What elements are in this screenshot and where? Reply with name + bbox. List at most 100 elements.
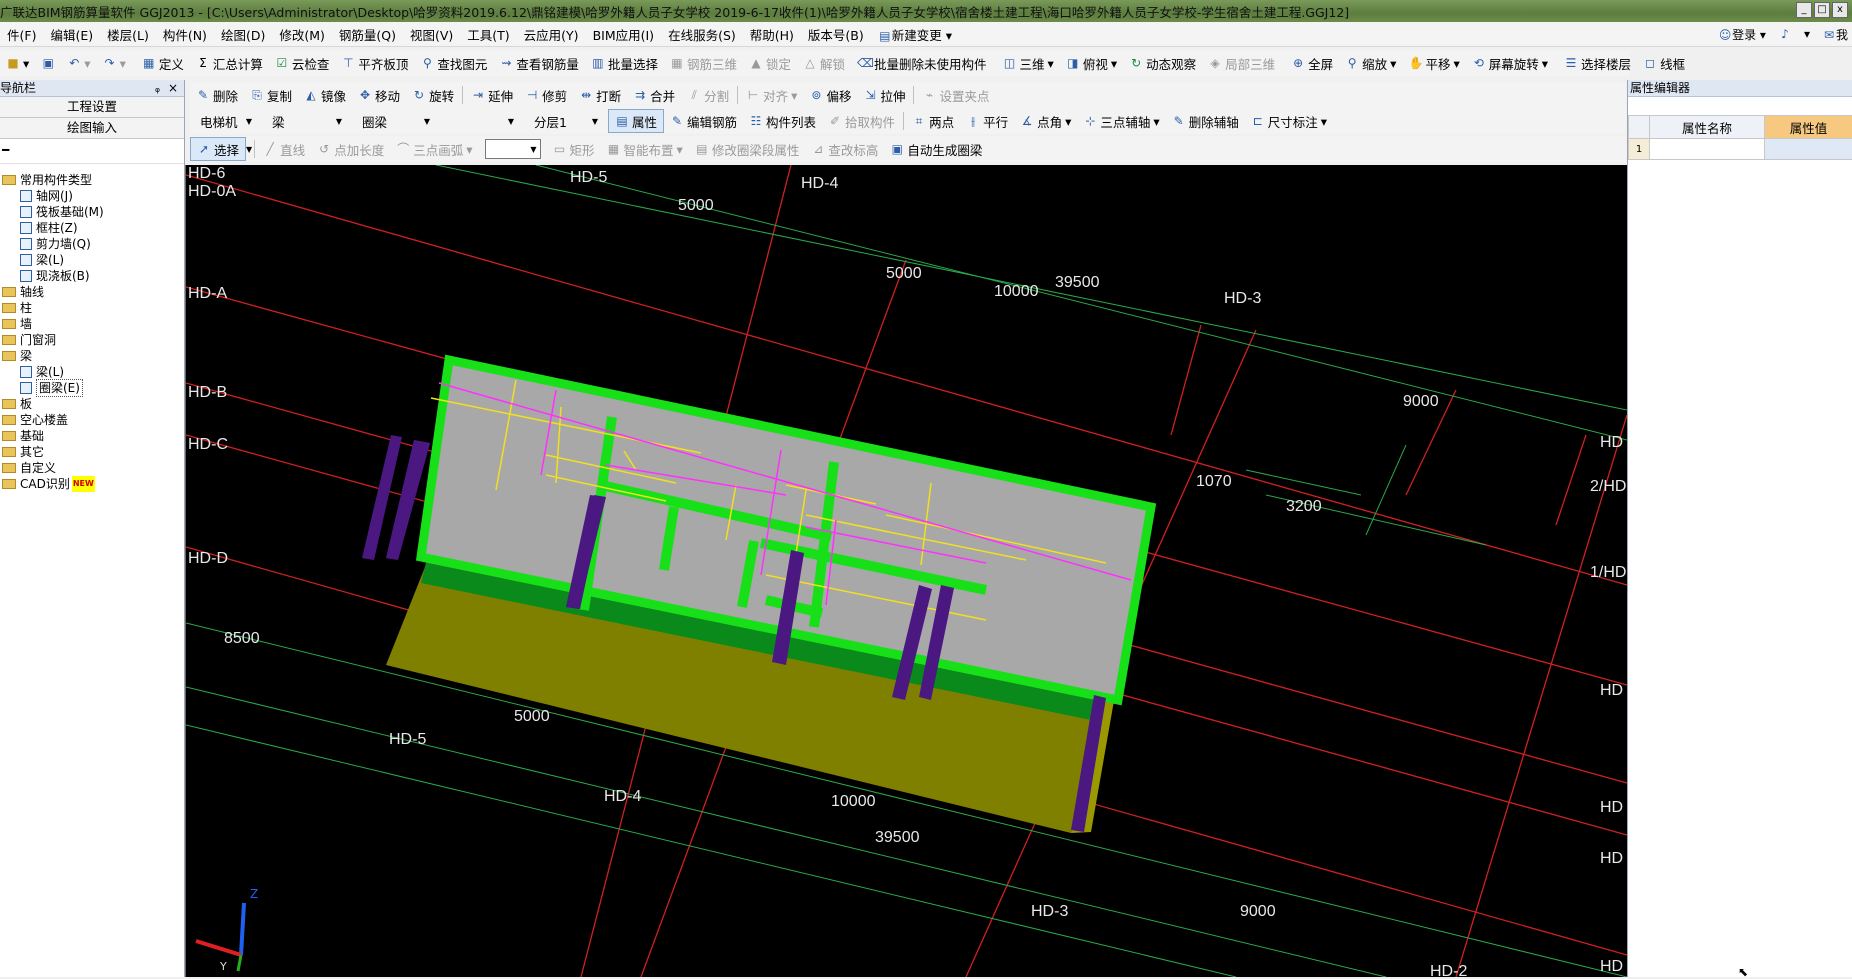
two-point-button[interactable]: ⌗两点 xyxy=(906,110,960,132)
tree-item[interactable]: 门窗洞 xyxy=(0,332,184,348)
trim-button[interactable]: ⊣修剪 xyxy=(519,84,573,106)
table-row[interactable]: 1 xyxy=(1629,139,1852,160)
menu-version[interactable]: 版本号(B) xyxy=(801,25,871,44)
rotate-button[interactable]: ↻旋转 xyxy=(406,84,460,106)
me-button[interactable]: ✉我 xyxy=(1822,26,1848,43)
top-view-button[interactable]: ◨俯视 ▾ xyxy=(1060,52,1123,74)
view-rebar-qty-button[interactable]: ⇝查看钢筋量 xyxy=(493,52,585,74)
layer-select[interactable]: 分层1▼ xyxy=(530,111,602,131)
login-button[interactable]: ☺登录 ▾ xyxy=(1718,26,1766,43)
delete-button[interactable]: ✎删除 xyxy=(190,84,244,106)
split-button[interactable]: ⫽分割 xyxy=(681,84,735,106)
pan-button[interactable]: ✋平移 ▾ xyxy=(1402,52,1465,74)
more-icon[interactable]: ▾ xyxy=(1804,27,1810,41)
pick-component-button[interactable]: ✐拾取构件 xyxy=(822,110,901,132)
merge-button[interactable]: ⇉合并 xyxy=(627,84,681,106)
define-button[interactable]: ▦定义 xyxy=(136,52,190,74)
three-point-axis-button[interactable]: ⊹三点辅轴 ▾ xyxy=(1077,110,1165,132)
dynamic-view-button[interactable]: ↻动态观察 xyxy=(1123,52,1202,74)
align-button[interactable]: ⊢对齐 ▾ xyxy=(740,84,803,106)
line-button[interactable]: ╱直线 xyxy=(257,138,311,160)
cloud-check-button[interactable]: ☑云检查 xyxy=(269,52,336,74)
tree-item[interactable]: 常用构件类型 xyxy=(0,172,184,188)
tree-item[interactable]: 墙 xyxy=(0,316,184,332)
menu-cloud[interactable]: 云应用(Y) xyxy=(517,25,586,44)
edit-rebar-button[interactable]: ✎编辑钢筋 xyxy=(664,110,743,132)
rebar-3d-button[interactable]: ▦钢筋三维 xyxy=(664,52,743,74)
tree-item[interactable]: 基础 xyxy=(0,428,184,444)
modify-ring-beam-button[interactable]: ▤修改圈梁段属性 xyxy=(689,138,806,160)
batch-delete-unused-button[interactable]: ⌫批量删除未使用构件 xyxy=(851,52,993,74)
property-name-cell[interactable] xyxy=(1650,139,1765,160)
check-elevation-button[interactable]: ⊿查改标高 xyxy=(805,138,884,160)
three-point-arc-button[interactable]: ⌒三点画弧 ▾ xyxy=(390,138,478,160)
tree-item[interactable]: 梁(L) xyxy=(0,364,184,380)
component-type-select[interactable]: 梁▼ xyxy=(268,111,346,131)
tree-item[interactable]: 现浇板(B) xyxy=(0,268,184,284)
property-value-cell[interactable] xyxy=(1765,139,1852,160)
menu-file[interactable]: 件(F) xyxy=(0,25,43,44)
batch-select-button[interactable]: ▥批量选择 xyxy=(585,52,664,74)
open-button[interactable]: ■▾ xyxy=(0,52,35,74)
menu-rebar[interactable]: 钢筋量(Q) xyxy=(332,25,403,44)
point-angle-button[interactable]: ∡点角 ▾ xyxy=(1014,110,1077,132)
tree-item[interactable]: 梁 xyxy=(0,348,184,364)
offset-button[interactable]: ⊚偏移 xyxy=(803,84,857,106)
drawing-input-button[interactable]: 绘图输入 xyxy=(0,118,184,139)
save-button[interactable]: ▣ xyxy=(35,52,61,74)
unlock-button[interactable]: △解锁 xyxy=(797,52,851,74)
pin-icon[interactable]: ᵩ xyxy=(155,80,160,96)
maximize-button[interactable]: □ xyxy=(1814,2,1830,18)
tree-item[interactable]: 其它 xyxy=(0,444,184,460)
drawing-canvas[interactable]: Z Y HD-6 HD-0A HD-A HD-B HD-C HD-D HD-5 … xyxy=(185,165,1627,977)
break-button[interactable]: ⇹打断 xyxy=(573,84,627,106)
auto-ring-beam-button[interactable]: ▣自动生成圈梁 xyxy=(884,138,988,160)
delete-aux-axis-button[interactable]: ✎删除辅轴 xyxy=(1166,110,1245,132)
minimize-button[interactable]: _ xyxy=(1796,2,1812,18)
tree-item[interactable]: 轴线 xyxy=(0,284,184,300)
menu-tools[interactable]: 工具(T) xyxy=(460,25,516,44)
mirror-button[interactable]: ◭镜像 xyxy=(298,84,352,106)
wireframe-button[interactable]: ◻线框 xyxy=(1637,52,1691,74)
summary-calc-button[interactable]: Σ汇总计算 xyxy=(190,52,269,74)
component-list-button[interactable]: ☷构件列表 xyxy=(743,110,822,132)
select-button[interactable]: ➚选择 xyxy=(190,137,246,161)
bell-icon[interactable]: ♪ xyxy=(1778,27,1792,41)
local-3d-button[interactable]: ◈局部三维 xyxy=(1202,52,1281,74)
stretch-button[interactable]: ⇲拉伸 xyxy=(857,84,911,106)
redo-button[interactable]: ↷▾ xyxy=(97,52,132,74)
component-subtype-select[interactable]: 圈梁▼ xyxy=(358,111,434,131)
tree-item[interactable]: 柱 xyxy=(0,300,184,316)
find-element-button[interactable]: ⚲查找图元 xyxy=(414,52,493,74)
tree-item[interactable]: 自定义 xyxy=(0,460,184,476)
collapse-icon[interactable]: ━ xyxy=(2,143,9,157)
menu-modify[interactable]: 修改(M) xyxy=(272,25,332,44)
dimension-button[interactable]: ⊏尺寸标注 ▾ xyxy=(1245,110,1333,132)
component-name-select[interactable]: ▼ xyxy=(446,111,518,131)
lock-button[interactable]: ▲锁定 xyxy=(743,52,797,74)
property-value-header[interactable]: 属性值 xyxy=(1765,116,1852,139)
menu-component[interactable]: 构件(N) xyxy=(156,25,214,44)
move-button[interactable]: ✥移动 xyxy=(352,84,406,106)
menu-edit[interactable]: 编辑(E) xyxy=(43,25,100,44)
flush-slab-top-button[interactable]: ⊤平齐板顶 xyxy=(335,52,414,74)
building-model[interactable] xyxy=(362,360,1151,833)
close-icon[interactable]: × xyxy=(168,80,178,96)
project-settings-button[interactable]: 工程设置 xyxy=(0,97,184,118)
menu-help[interactable]: 帮助(H) xyxy=(743,25,801,44)
tree-item[interactable]: 轴网(J) xyxy=(0,188,184,204)
floor-select[interactable]: 电梯机▼ xyxy=(196,111,256,131)
zoom-button[interactable]: ⚲缩放 ▾ xyxy=(1339,52,1402,74)
tree-item[interactable]: 框柱(Z) xyxy=(0,220,184,236)
properties-button[interactable]: ▤属性 xyxy=(608,109,664,133)
extend-button[interactable]: ⇥延伸 xyxy=(465,84,519,106)
select-dropdown[interactable]: ▼ xyxy=(246,145,252,154)
arc-param-select[interactable]: ▼ xyxy=(485,139,541,159)
menu-draw[interactable]: 绘图(D) xyxy=(214,25,272,44)
tree-item[interactable]: CAD识别NEW xyxy=(0,476,184,492)
fullscreen-button[interactable]: ⊕全屏 xyxy=(1285,52,1339,74)
tree-item[interactable]: 圈梁(E) xyxy=(0,380,184,396)
select-floor-button[interactable]: ☰选择楼层 xyxy=(1558,52,1637,74)
menu-new-change[interactable]: ▤新建变更 ▾ xyxy=(871,25,959,44)
tree-item[interactable]: 筏板基础(M) xyxy=(0,204,184,220)
